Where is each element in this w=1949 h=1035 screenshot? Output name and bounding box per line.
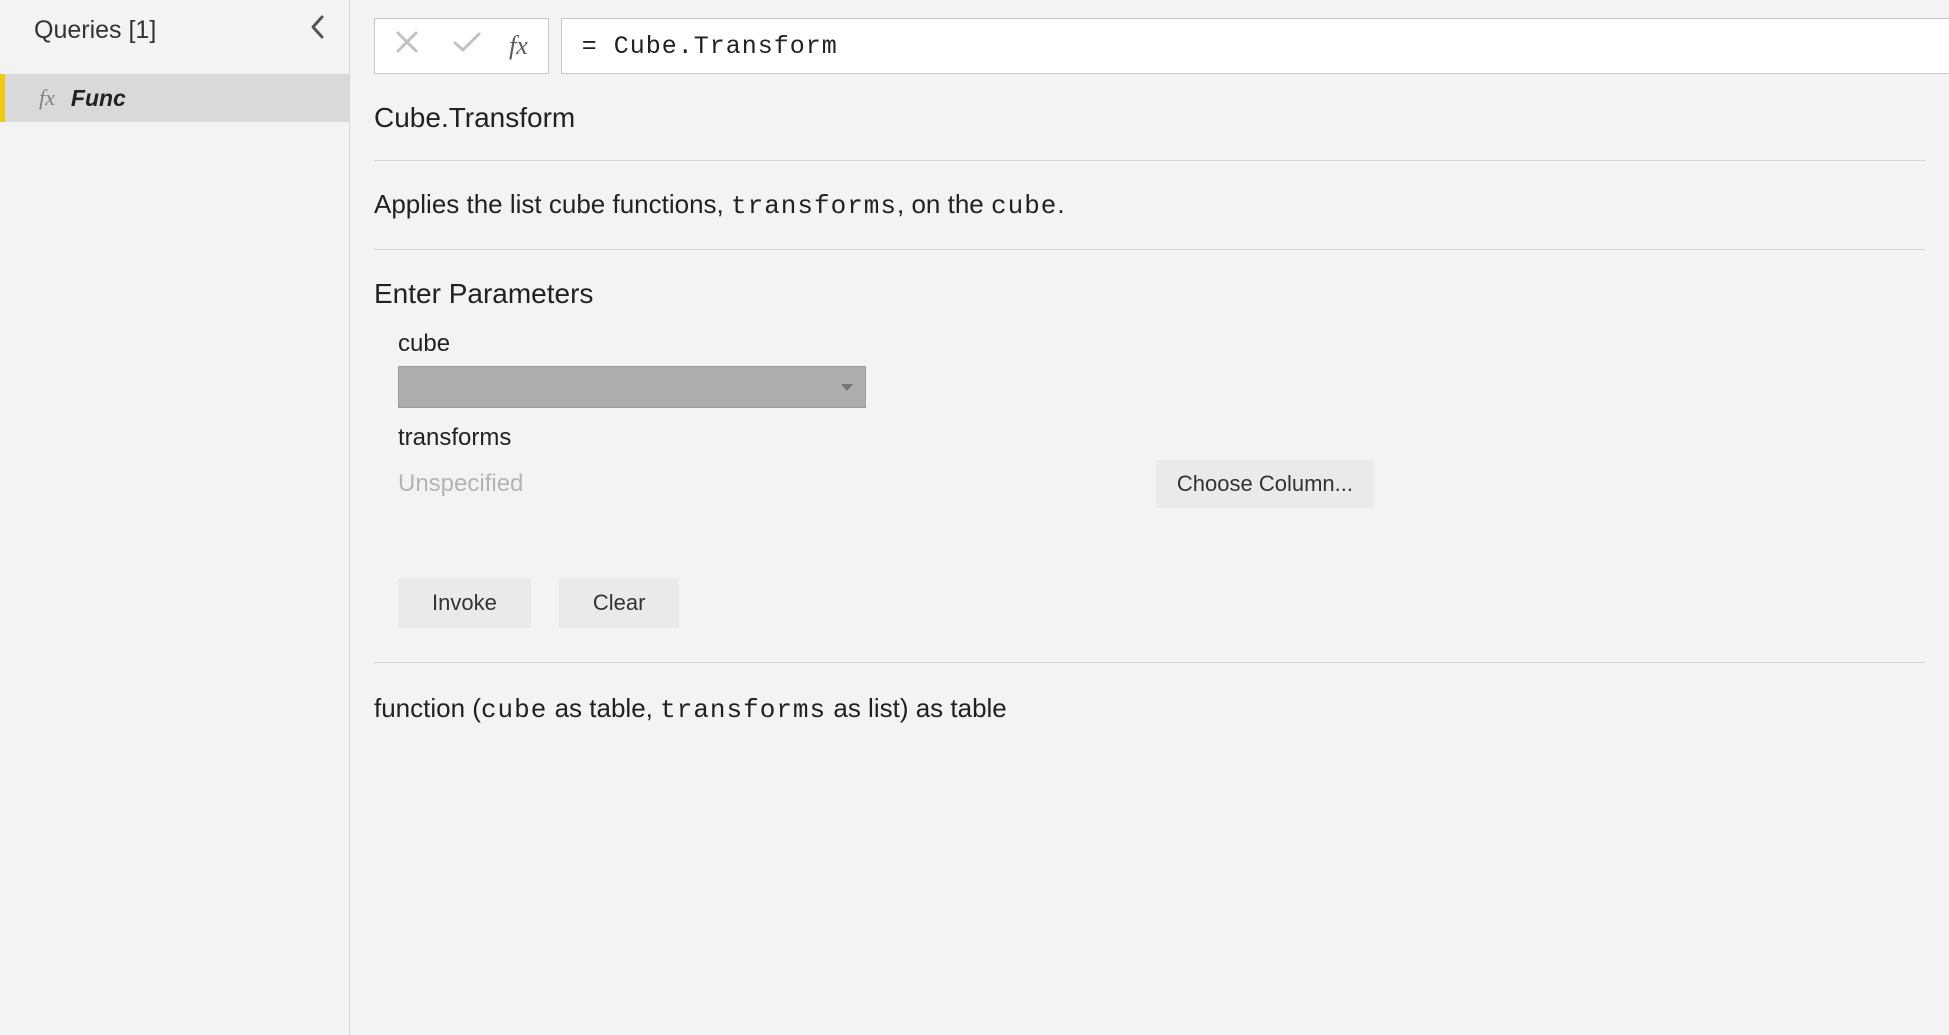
param-label-transforms: transforms (398, 424, 1374, 452)
sig-text: as list) as table (826, 693, 1007, 723)
param-transforms-row: Unspecified Choose Column... (398, 460, 1374, 508)
clear-button[interactable]: Clear (559, 578, 680, 628)
parameters-block: cube transforms Unspecified Choose Colum… (374, 330, 1374, 508)
query-name-label: Func (71, 85, 126, 112)
invoke-button[interactable]: Invoke (398, 578, 531, 628)
main-panel: fx = Cube.Transform Cube.Transform Appli… (350, 0, 1949, 1035)
sig-param-cube: cube (481, 695, 547, 725)
formula-controls: fx (374, 18, 549, 74)
cancel-icon[interactable] (389, 29, 425, 63)
function-signature: function (cube as table, transforms as l… (374, 663, 1925, 755)
query-item-func[interactable]: fx Func (0, 74, 349, 122)
formula-bar: fx = Cube.Transform (350, 0, 1949, 92)
content-area: Cube.Transform Applies the list cube fun… (350, 92, 1949, 779)
param-status-unspecified: Unspecified (398, 470, 523, 498)
fx-label-icon: fx (509, 31, 534, 61)
desc-text: Applies the list cube functions, (374, 189, 731, 219)
confirm-icon[interactable] (449, 29, 485, 63)
function-title: Cube.Transform (374, 92, 1925, 160)
sig-text: as table, (547, 693, 660, 723)
app-root: Queries [1] fx Func fx = Cube. (0, 0, 1949, 1035)
desc-param-cube: cube (991, 191, 1057, 221)
param-label-cube: cube (398, 330, 1374, 358)
formula-input[interactable]: = Cube.Transform (561, 18, 1949, 74)
query-list: fx Func (0, 60, 349, 122)
queries-sidebar: Queries [1] fx Func (0, 0, 350, 1035)
collapse-sidebar-icon[interactable] (309, 14, 327, 46)
desc-text: , on the (897, 189, 991, 219)
parameters-title: Enter Parameters (374, 250, 1925, 330)
queries-header: Queries [1] (0, 0, 349, 60)
desc-param-transforms: transforms (731, 191, 897, 221)
choose-column-button[interactable]: Choose Column... (1156, 460, 1374, 508)
cube-dropdown[interactable] (398, 366, 866, 408)
action-buttons: Invoke Clear (374, 508, 1925, 662)
function-description: Applies the list cube functions, transfo… (374, 161, 1925, 249)
sig-param-transforms: transforms (660, 695, 826, 725)
desc-text: . (1057, 189, 1064, 219)
queries-title: Queries [1] (34, 16, 156, 45)
sig-text: function ( (374, 693, 481, 723)
fx-icon: fx (39, 85, 55, 111)
chevron-down-icon (841, 384, 853, 391)
